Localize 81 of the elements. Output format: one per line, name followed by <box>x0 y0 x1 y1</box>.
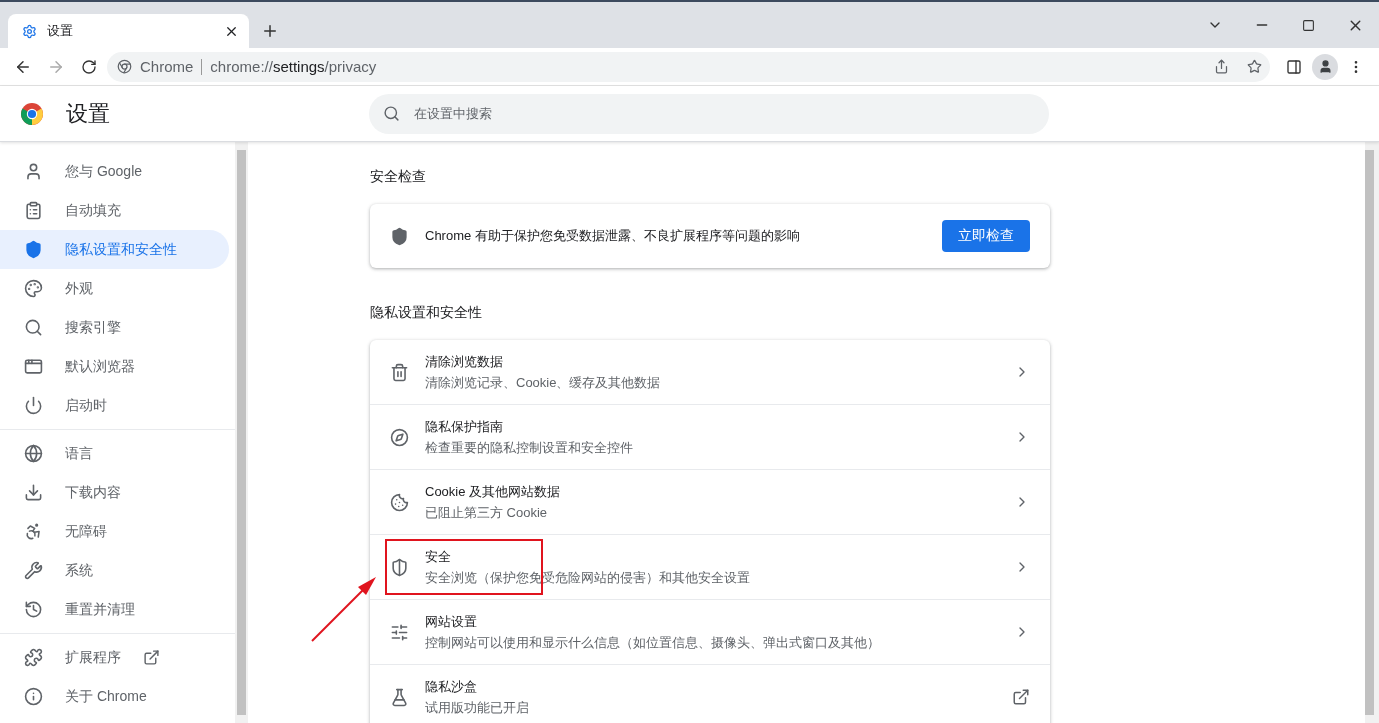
safety-check-text: Chrome 有助于保护您免受数据泄露、不良扩展程序等问题的影响 <box>425 227 801 245</box>
share-icon[interactable] <box>1214 59 1229 74</box>
row-title: 安全 <box>425 547 452 566</box>
menu-item-icon <box>24 201 43 220</box>
menu-item-icon <box>24 522 43 541</box>
sidebar-item[interactable]: 无障碍 <box>0 512 229 551</box>
url-text: chrome://settings/privacy <box>210 58 378 75</box>
row-title: 网站设置 <box>425 612 478 631</box>
address-bar[interactable]: Chrome chrome://settings/privacy <box>107 51 1270 82</box>
browser-tab[interactable]: 设置 <box>8 14 249 48</box>
sidebar-item[interactable]: 外观 <box>0 269 229 308</box>
sidebar-item[interactable]: 默认浏览器 <box>0 347 229 386</box>
sidebar-item[interactable]: 您与 Google <box>0 152 229 191</box>
menu-item-icon <box>24 483 43 502</box>
sidebar-item[interactable]: 系统 <box>0 551 229 590</box>
menu-item-icon <box>24 318 43 337</box>
sidebar-item[interactable]: 搜索引擎 <box>0 308 229 347</box>
external-link-icon <box>1012 688 1030 706</box>
row-title: 隐私沙盒 <box>425 677 478 696</box>
settings-icon <box>22 23 37 39</box>
sidebar-item[interactable]: 下载内容 <box>0 473 229 512</box>
row-subtitle: 已阻止第三方 Cookie <box>425 503 549 522</box>
row-title: 清除浏览数据 <box>425 352 504 371</box>
menu-item-icon <box>24 561 43 580</box>
external-link-icon <box>143 649 160 666</box>
menu-item-icon <box>24 396 43 415</box>
menu-item-icon <box>24 240 43 259</box>
row-subtitle: 安全浏览（保护您免受危险网站的侵害）和其他安全设置 <box>425 568 751 587</box>
profile-avatar[interactable] <box>1312 53 1338 80</box>
row-subtitle: 清除浏览记录、Cookie、缓存及其他数据 <box>425 373 662 392</box>
search-placeholder: 在设置中搜索 <box>414 104 492 123</box>
section-heading: 隐私设置和安全性 <box>370 304 483 322</box>
browser-logo-icon <box>117 59 132 74</box>
page-title: 设置 <box>66 99 110 128</box>
row-icon <box>390 687 409 707</box>
sidebar-item[interactable]: 语言 <box>0 434 229 473</box>
row-icon <box>390 362 409 382</box>
sidebar-item[interactable]: 隐私设置和安全性 <box>0 230 229 269</box>
settings-row[interactable]: 网站设置 控制网站可以使用和显示什么信息（如位置信息、摄像头、弹出式窗口及其他） <box>370 599 1050 664</box>
bookmark-star-icon[interactable] <box>1247 59 1262 74</box>
search-field[interactable]: 在设置中搜索 <box>369 93 1049 134</box>
new-tab-icon[interactable] <box>261 22 279 40</box>
check-now-button[interactable]: 立即检查 <box>942 220 1030 252</box>
sidebar-item[interactable]: 启动时 <box>0 386 229 425</box>
sidebar-item[interactable]: 关于 Chrome <box>0 677 229 716</box>
page-scrollbar[interactable] <box>1365 142 1379 723</box>
tab-title: 设置 <box>47 22 74 40</box>
search-icon <box>383 105 400 122</box>
row-icon <box>390 427 409 447</box>
menu-item-icon <box>24 279 43 298</box>
sidebar-item[interactable]: 扩展程序 <box>0 638 229 677</box>
menu-item-icon <box>24 600 43 619</box>
settings-row[interactable]: 安全 安全浏览（保护您免受危险网站的侵害）和其他安全设置 <box>370 534 1050 599</box>
sidebar-item[interactable]: 重置并清理 <box>0 590 229 629</box>
chrome-logo-icon <box>20 101 44 126</box>
row-subtitle: 试用版功能已开启 <box>425 698 530 717</box>
section-heading: 安全检查 <box>370 168 427 186</box>
menu-item-icon <box>24 648 43 667</box>
settings-row[interactable]: 隐私保护指南 检查重要的隐私控制设置和安全控件 <box>370 404 1050 469</box>
menu-item-icon <box>24 162 43 181</box>
menu-item-icon <box>24 687 43 706</box>
row-title: 隐私保护指南 <box>425 417 504 436</box>
menu-item-icon <box>24 444 43 463</box>
settings-row[interactable]: 隐私沙盒 试用版功能已开启 <box>370 664 1050 723</box>
settings-row[interactable]: 清除浏览数据 清除浏览记录、Cookie、缓存及其他数据 <box>370 340 1050 404</box>
maximize-icon[interactable] <box>1302 18 1315 32</box>
row-subtitle: 控制网站可以使用和显示什么信息（如位置信息、摄像头、弹出式窗口及其他） <box>425 633 881 652</box>
row-title: Cookie 及其他网站数据 <box>425 482 562 501</box>
menu-item-icon <box>24 357 43 376</box>
row-icon <box>390 492 409 512</box>
settings-row[interactable]: Cookie 及其他网站数据 已阻止第三方 Cookie <box>370 469 1050 534</box>
site-label: Chrome <box>140 58 194 75</box>
row-icon <box>390 557 409 577</box>
reload-icon[interactable] <box>81 58 97 75</box>
side-panel-icon[interactable] <box>1286 58 1302 75</box>
row-subtitle: 检查重要的隐私控制设置和安全控件 <box>425 438 634 457</box>
sidebar-scrollbar[interactable] <box>235 142 248 723</box>
row-icon <box>390 622 409 642</box>
shield-icon <box>390 226 409 246</box>
sidebar-item[interactable]: 自动填充 <box>0 191 229 230</box>
pointer-arrow <box>310 575 378 643</box>
